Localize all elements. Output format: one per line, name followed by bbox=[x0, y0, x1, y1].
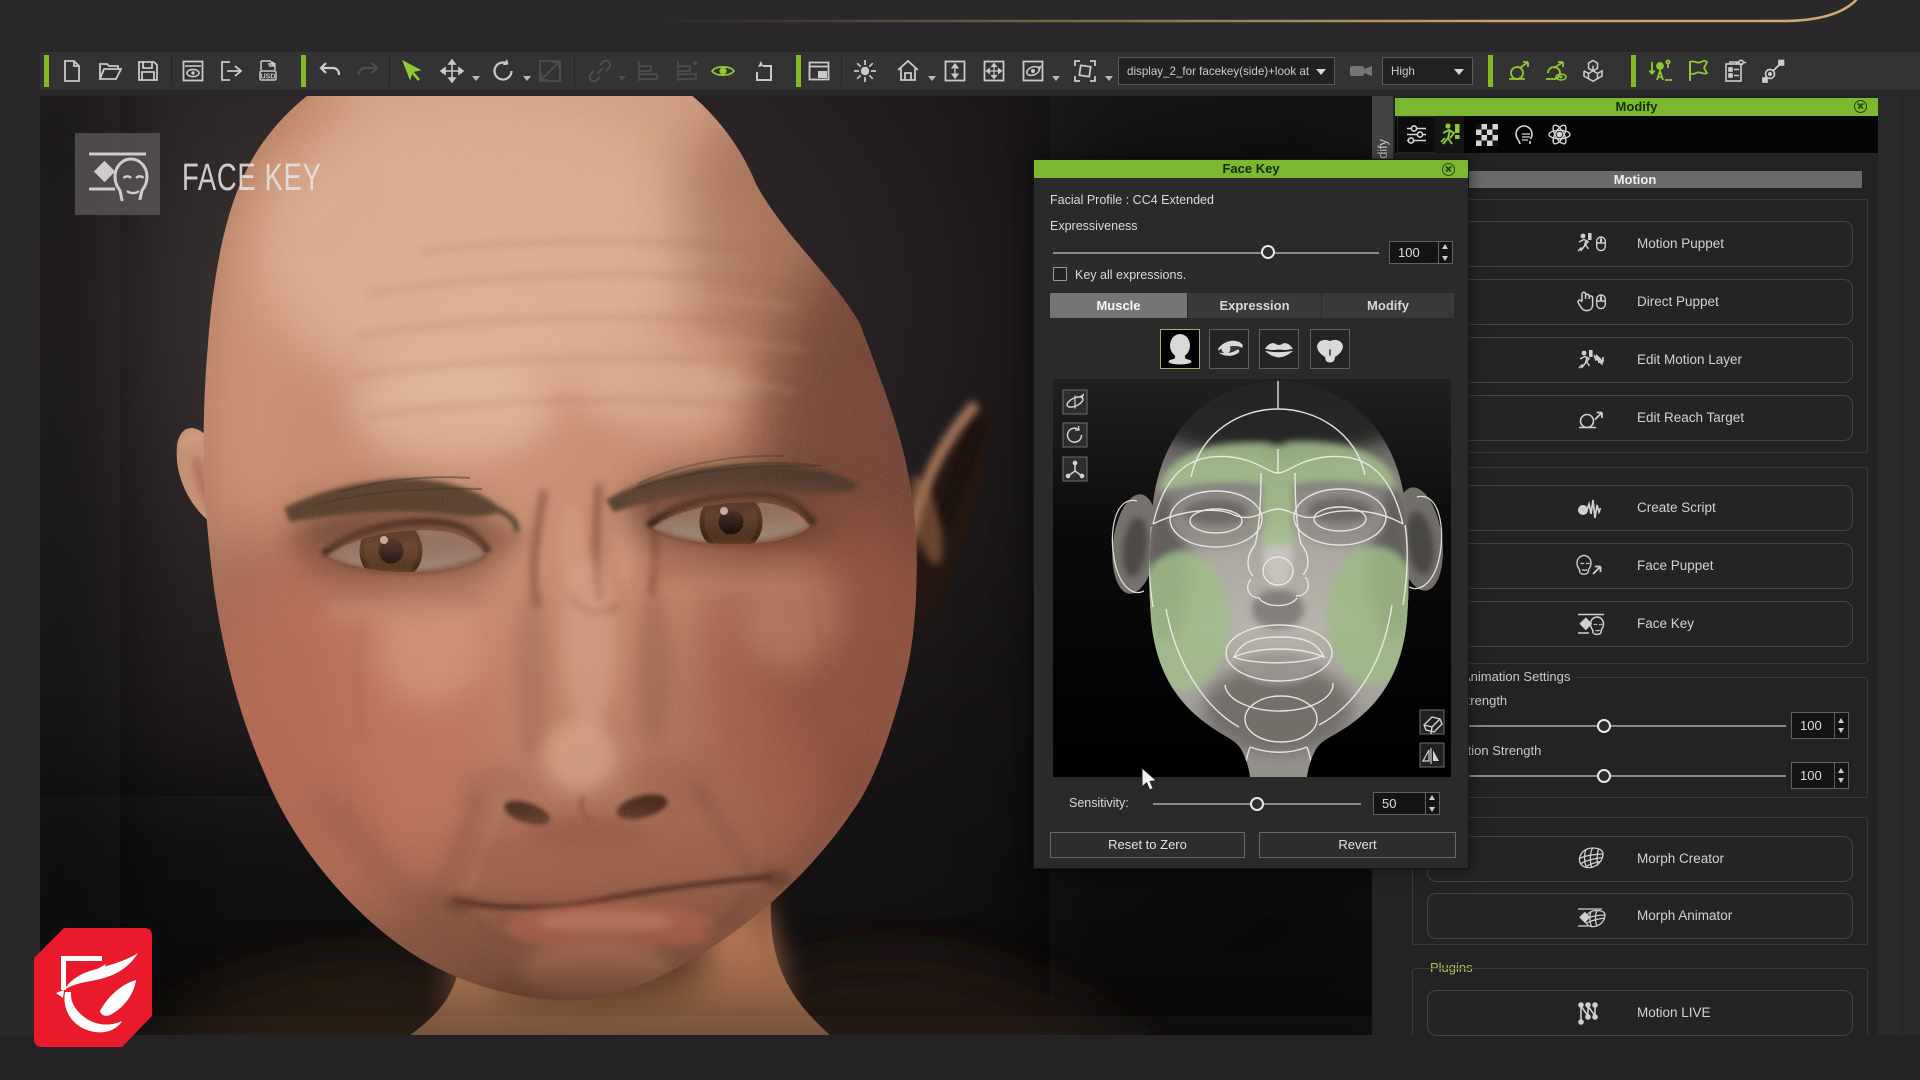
svg-text:USD: USD bbox=[261, 74, 276, 81]
